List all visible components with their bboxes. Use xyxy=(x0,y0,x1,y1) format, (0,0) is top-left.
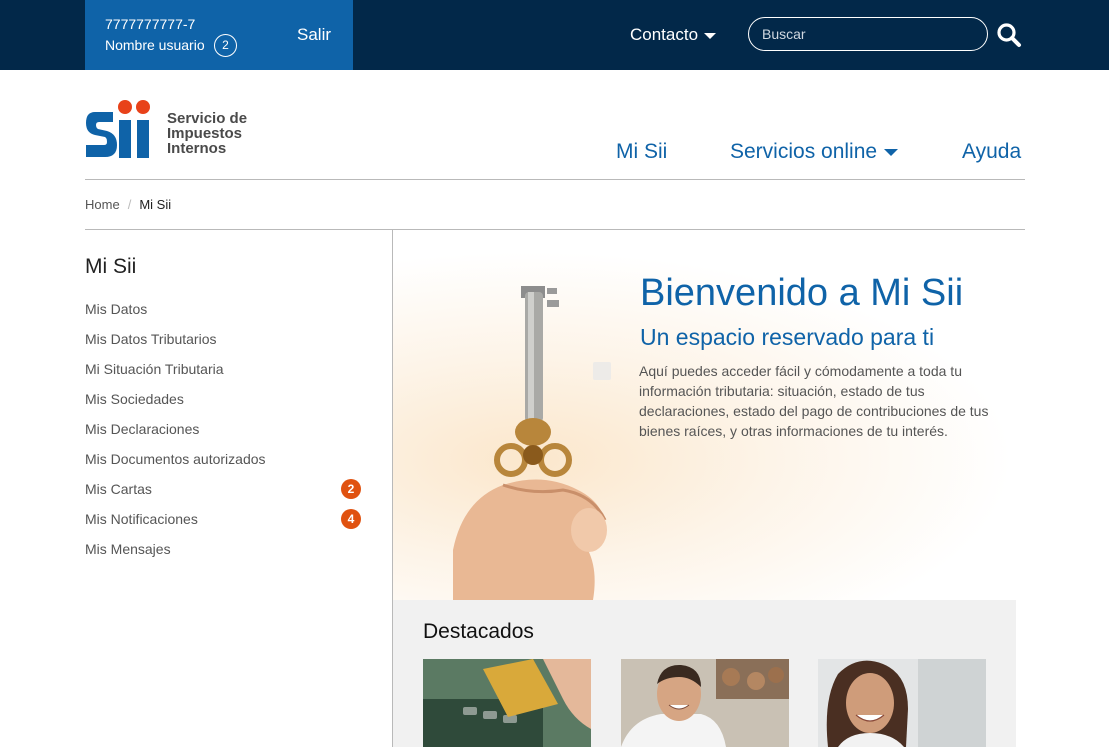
welcome-banner: Bienvenido a Mi Sii Un espacio reservado… xyxy=(393,250,1016,600)
sidebar-item-label: Mis Cartas xyxy=(85,481,152,497)
contact-menu[interactable]: Contacto xyxy=(630,25,717,45)
sidebar-item-label: Mis Documentos autorizados xyxy=(85,451,266,467)
logo-text-line: Impuestos xyxy=(167,125,243,142)
count-badge: 4 xyxy=(341,509,361,529)
sii-logo[interactable]: Servicio de Impuestos Internos xyxy=(85,99,255,161)
sidebar-item-label: Mis Datos Tributarios xyxy=(85,331,217,347)
featured-card-merchant[interactable] xyxy=(621,659,789,747)
breadcrumb: Home / Mi Sii xyxy=(85,197,171,212)
caret-down-icon xyxy=(884,148,899,156)
sidebar-item-label: Mis Datos xyxy=(85,301,148,317)
breadcrumb-home[interactable]: Home xyxy=(85,197,120,212)
sidebar-item-label: Mi Situación Tributaria xyxy=(85,361,224,377)
sidebar-item-mis-sociedades[interactable]: Mis Sociedades xyxy=(85,389,365,419)
card-woman-image xyxy=(818,659,986,747)
nav-ayuda[interactable]: Ayuda xyxy=(962,140,1021,164)
sidebar-item-label: Mis Sociedades xyxy=(85,391,184,407)
sidebar-item-mis-declaraciones[interactable]: Mis Declaraciones xyxy=(85,419,365,449)
sidebar-item-label: Mis Declaraciones xyxy=(85,421,200,437)
search-input[interactable] xyxy=(748,17,988,51)
user-session-box: 7777777777-7 Nombre usuario 2 Salir xyxy=(85,0,353,70)
sidebar-menu: Mis Datos Mis Datos Tributarios Mi Situa… xyxy=(85,299,365,569)
user-rut: 7777777777-7 xyxy=(105,16,196,32)
featured-section: Destacados xyxy=(393,600,1016,747)
key-in-hand-image xyxy=(453,286,611,600)
sidebar-item-mis-documentos-autorizados[interactable]: Mis Documentos autorizados xyxy=(85,449,365,479)
logo-text: Servicio de Impuestos Internos xyxy=(167,111,247,156)
sidebar-item-mis-datos[interactable]: Mis Datos xyxy=(85,299,365,329)
sidebar-item-mis-notificaciones[interactable]: Mis Notificaciones 4 xyxy=(85,509,365,539)
nav-servicios-online[interactable]: Servicios online xyxy=(730,140,899,164)
breadcrumb-divider xyxy=(85,229,1025,230)
top-bar: 7777777777-7 Nombre usuario 2 Salir Cont… xyxy=(0,0,1109,70)
sii-logo-mark xyxy=(86,100,150,158)
featured-card-woman[interactable] xyxy=(818,659,986,747)
sidebar-item-label: Mis Notificaciones xyxy=(85,511,198,527)
welcome-subtitle: Un espacio reservado para ti xyxy=(640,324,935,350)
featured-card-payment[interactable] xyxy=(423,659,591,747)
welcome-title: Bienvenido a Mi Sii xyxy=(640,272,964,314)
search-icon[interactable] xyxy=(996,22,1022,48)
logo-text-line: Servicio de xyxy=(167,110,248,127)
sidebar-item-mis-mensajes[interactable]: Mis Mensajes xyxy=(85,539,365,569)
count-badge: 2 xyxy=(341,479,361,499)
sidebar-item-mis-datos-tributarios[interactable]: Mis Datos Tributarios xyxy=(85,329,365,359)
breadcrumb-current: Mi Sii xyxy=(139,197,172,212)
sidebar-item-mis-cartas[interactable]: Mis Cartas 2 xyxy=(85,479,365,509)
sidebar-item-mi-situacion-tributaria[interactable]: Mi Situación Tributaria xyxy=(85,359,365,389)
featured-title: Destacados xyxy=(423,620,534,643)
sidebar-item-label: Mis Mensajes xyxy=(85,541,171,557)
header-divider xyxy=(85,179,1025,180)
sidebar-title: Mi Sii xyxy=(85,255,137,278)
card-merchant-image xyxy=(621,659,789,747)
breadcrumb-separator: / xyxy=(127,197,132,212)
logout-button[interactable]: Salir xyxy=(297,25,331,45)
caret-down-icon xyxy=(704,32,717,39)
welcome-description: Aquí puedes acceder fácil y cómodamente … xyxy=(639,363,989,439)
logo-text-line: Internos xyxy=(167,140,227,157)
user-name: Nombre usuario xyxy=(105,37,205,53)
nav-servicios-label: Servicios online xyxy=(730,140,878,163)
nav-mi-sii[interactable]: Mi Sii xyxy=(616,140,667,164)
contact-label: Contacto xyxy=(630,25,699,44)
user-notification-count[interactable]: 2 xyxy=(214,34,237,57)
card-payment-image xyxy=(423,659,591,747)
